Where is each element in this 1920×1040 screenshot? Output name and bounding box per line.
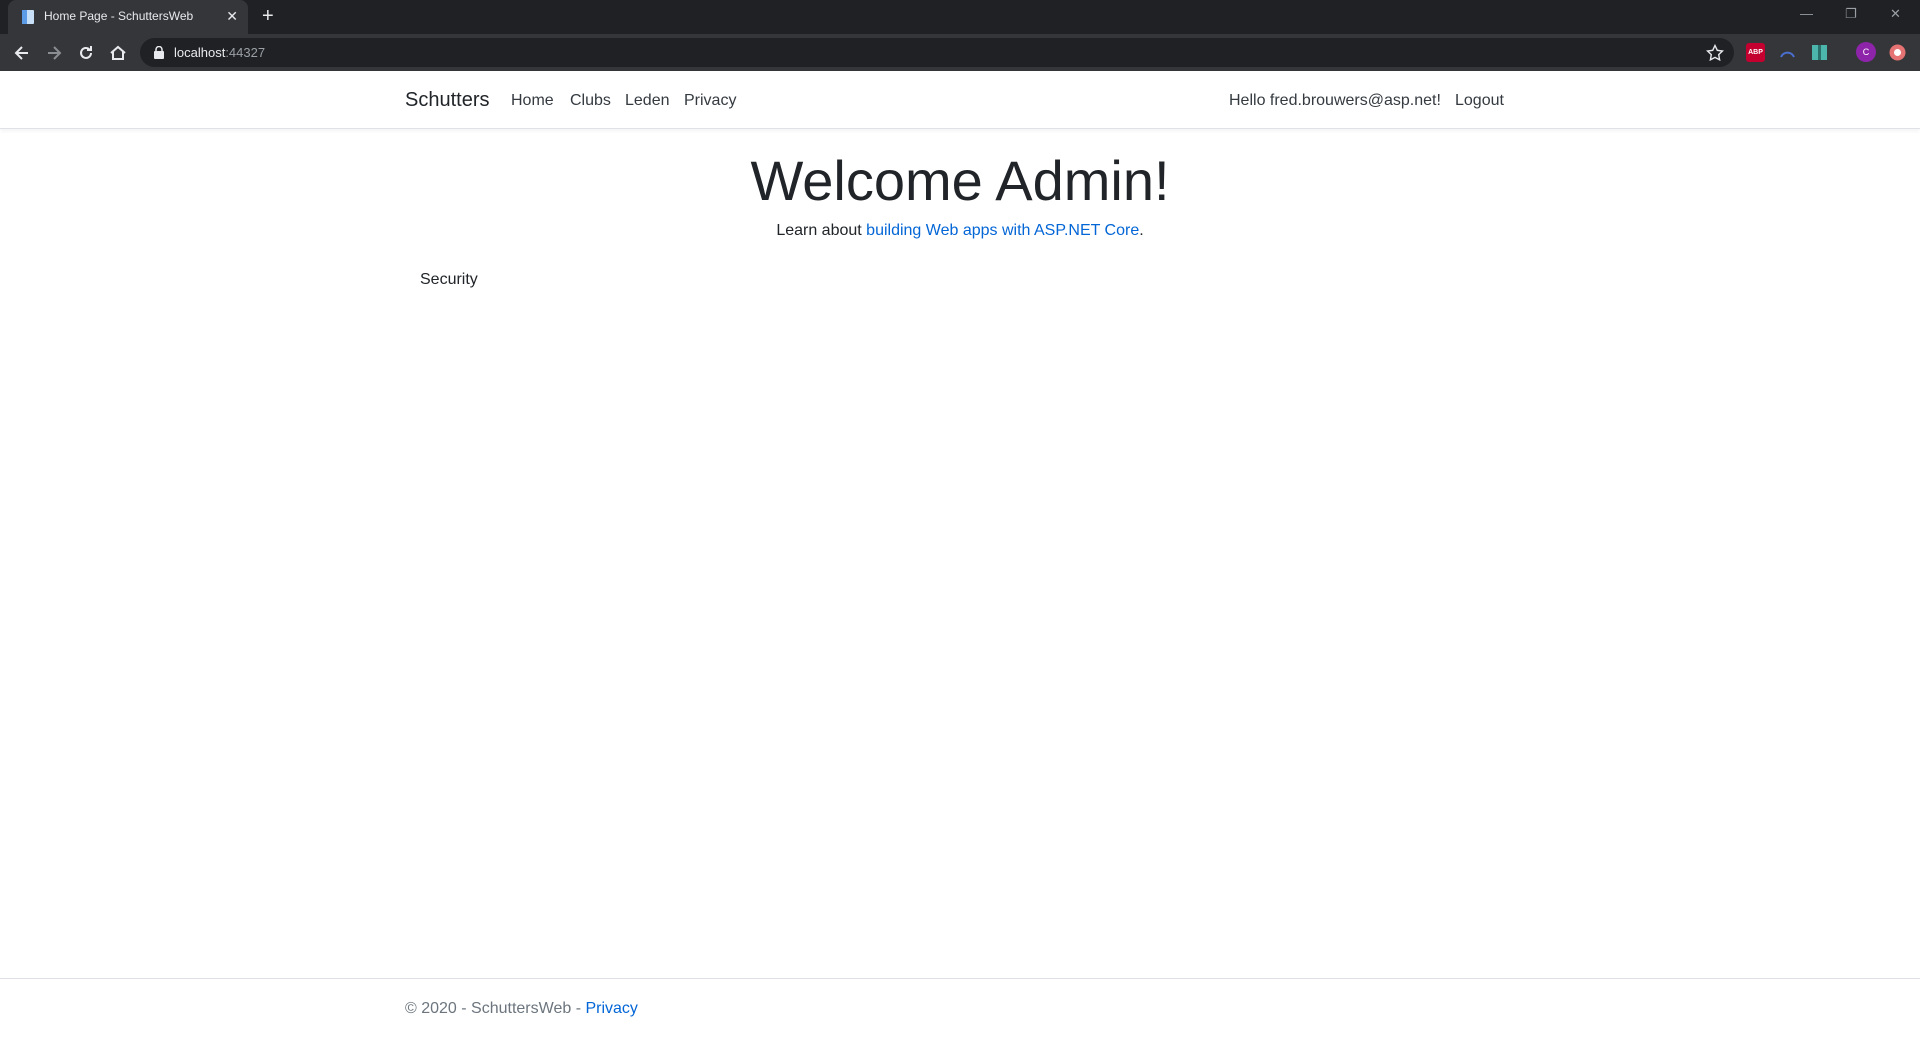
- nav-link-privacy[interactable]: Privacy: [684, 92, 736, 110]
- address-bar[interactable]: localhost:44327: [140, 38, 1734, 67]
- bookmark-star-icon[interactable]: [1706, 44, 1724, 62]
- reload-icon[interactable]: [76, 43, 96, 63]
- navbar-brand[interactable]: Schutters: [405, 89, 489, 112]
- url-host: localhost: [174, 45, 226, 60]
- copyright-text: © 2020 - SchuttersWeb -: [405, 1000, 586, 1017]
- url-text: localhost:44327: [174, 45, 265, 60]
- back-icon[interactable]: [12, 43, 32, 63]
- footer-text: © 2020 - SchuttersWeb - Privacy: [405, 1000, 638, 1018]
- new-tab-button[interactable]: +: [262, 5, 274, 27]
- browser-toolbar: localhost:44327 ABP C: [0, 34, 1920, 71]
- adblock-icon[interactable]: ABP: [1746, 43, 1765, 62]
- tab-close-icon[interactable]: ✕: [226, 8, 238, 24]
- lock-icon: [154, 46, 164, 59]
- security-label: Security: [420, 271, 478, 288]
- site-footer: © 2020 - SchuttersWeb - Privacy: [0, 978, 1920, 1040]
- learn-suffix: .: [1139, 222, 1144, 239]
- browser-tab-strip: Home Page - SchuttersWeb ✕ + — ❐ ✕: [0, 0, 1920, 34]
- url-port: :44327: [225, 45, 266, 60]
- home-icon[interactable]: [108, 43, 128, 63]
- browser-tab[interactable]: Home Page - SchuttersWeb ✕: [8, 0, 248, 34]
- user-greeting-link[interactable]: Hello fred.brouwers@asp.net!: [1229, 92, 1441, 110]
- forward-icon[interactable]: [44, 43, 64, 63]
- extension-icon[interactable]: [1778, 43, 1797, 62]
- aspnet-docs-link[interactable]: building Web apps with ASP.NET Core: [866, 222, 1139, 239]
- nav-link-leden[interactable]: Leden: [625, 92, 670, 110]
- extension-flower-icon[interactable]: [1888, 43, 1907, 62]
- page-title: Welcome Admin!: [750, 149, 1170, 212]
- nav-link-home[interactable]: Home: [511, 92, 554, 110]
- minimize-button[interactable]: —: [1800, 6, 1813, 21]
- extension-book-icon[interactable]: [1810, 43, 1829, 62]
- restore-button[interactable]: ❐: [1845, 6, 1857, 22]
- learn-prefix: Learn about: [776, 222, 867, 239]
- logout-button[interactable]: Logout: [1455, 92, 1504, 110]
- nav-link-clubs[interactable]: Clubs: [570, 92, 611, 110]
- close-window-button[interactable]: ✕: [1890, 6, 1901, 22]
- tab-title: Home Page - SchuttersWeb: [44, 9, 194, 23]
- site-navbar: Schutters Home Clubs Leden Privacy Hello…: [0, 71, 1920, 129]
- profile-avatar[interactable]: C: [1856, 42, 1876, 62]
- learn-text: Learn about building Web apps with ASP.N…: [0, 222, 1920, 240]
- page-icon: [22, 10, 34, 24]
- footer-privacy-link[interactable]: Privacy: [585, 1000, 637, 1017]
